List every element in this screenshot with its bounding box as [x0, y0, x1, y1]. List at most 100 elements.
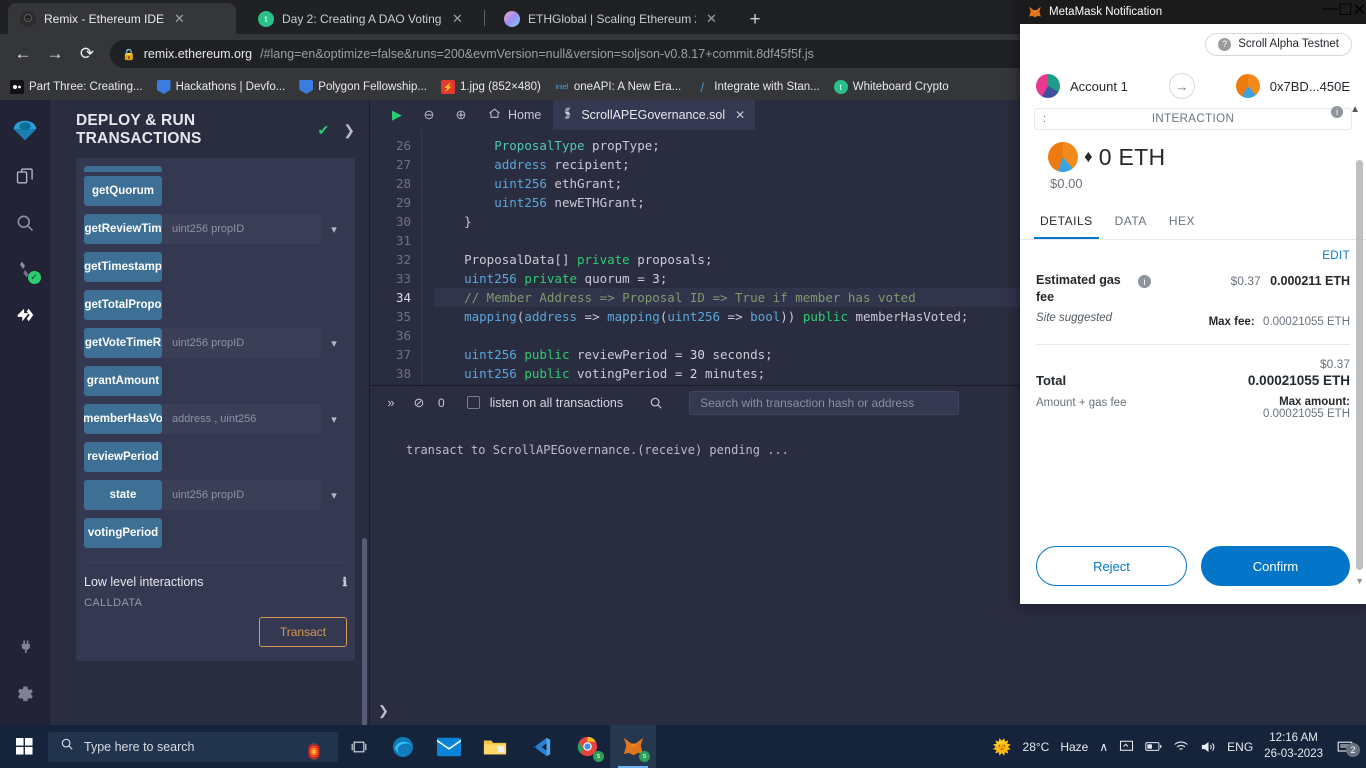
low-level-header: Low level interactions ℹ [84, 575, 347, 589]
taskbar-app-mail[interactable] [426, 725, 472, 768]
transaction-search-input[interactable]: Search with transaction hash or address [689, 390, 960, 415]
edit-gas-button[interactable]: EDIT [1036, 250, 1350, 262]
info-icon[interactable]: ℹ [342, 575, 347, 589]
start-button[interactable] [0, 738, 48, 755]
scroll-down-icon[interactable]: ▼ [1355, 576, 1364, 586]
forward-button[interactable]: → [40, 39, 70, 69]
reject-button[interactable]: Reject [1036, 546, 1187, 586]
taskbar-search[interactable]: Type here to search 🏮 [48, 731, 338, 762]
clear-console-icon[interactable]: ⊘ [410, 395, 428, 411]
tab-data[interactable]: DATA [1109, 205, 1153, 239]
minimize-icon[interactable]: — [1322, 0, 1338, 24]
clock[interactable]: 12:16 AM 26-03-2023 [1264, 731, 1323, 762]
function-button[interactable]: reviewPeriod [84, 442, 162, 472]
chevron-down-icon[interactable]: ▾ [321, 214, 347, 244]
collapse-terminal-icon[interactable]: » [382, 395, 400, 410]
bookmark-item[interactable]: Hackathons | Devfo... [156, 80, 285, 94]
function-input[interactable]: uint256 propID [162, 480, 321, 510]
function-button[interactable]: getReviewTim [84, 214, 162, 244]
taskbar-app-vscode[interactable] [518, 725, 564, 768]
language-indicator[interactable]: ENG [1227, 740, 1253, 754]
bookmark-label: 1.jpg (852×480) [459, 81, 541, 93]
reload-button[interactable]: ⟳ [72, 39, 102, 69]
browser-tab-dao-voting[interactable]: t Day 2: Creating A DAO Voting Co ✕ [246, 3, 474, 34]
function-input[interactable]: uint256 propID [162, 214, 321, 244]
chevron-down-icon[interactable]: ▾ [321, 404, 347, 434]
bookmark-item[interactable]: Polygon Fellowship... [299, 80, 427, 94]
function-button[interactable]: memberHasVo [84, 404, 162, 434]
taskbar-app-file-explorer[interactable] [472, 725, 518, 768]
amount-value: 0 ETH [1098, 143, 1166, 170]
onedrive-icon[interactable] [1119, 739, 1134, 754]
chevron-up-icon[interactable]: ∧ [1099, 740, 1108, 754]
taskbar-app-chrome[interactable]: s [564, 725, 610, 768]
back-button[interactable]: ← [8, 39, 38, 69]
deploy-run-icon[interactable] [5, 292, 45, 338]
notification-center-icon[interactable]: 2 [1334, 740, 1360, 757]
metamask-scrollbar[interactable] [1356, 160, 1363, 570]
function-input[interactable]: uint256 propID [162, 328, 321, 358]
editor-tab-scrollapegovernance[interactable]: ScrollAPEGovernance.sol ✕ [553, 100, 756, 130]
ethereum-icon: ♦ [1084, 147, 1093, 166]
function-button[interactable]: state [84, 480, 162, 510]
tab-close-icon[interactable]: ✕ [452, 11, 463, 27]
tab-details[interactable]: DETAILS [1034, 205, 1099, 239]
chevron-down-icon[interactable]: ▾ [321, 328, 347, 358]
new-tab-button[interactable]: + [742, 7, 768, 33]
close-icon[interactable]: ✕ [1353, 0, 1366, 24]
zoom-in-icon[interactable]: ⊕ [446, 101, 476, 129]
amount-fiat: $0.00 [1050, 176, 1083, 191]
bookmark-item[interactable]: t Whiteboard Crypto [833, 80, 949, 94]
site-suggested-label: Site suggested [1036, 311, 1113, 324]
listen-transactions-checkbox[interactable] [466, 396, 480, 409]
function-button[interactable]: grantAmount [84, 366, 162, 396]
close-icon[interactable]: ✕ [735, 108, 745, 122]
browser-tab-remix[interactable]: Remix - Ethereum IDE ✕ [8, 3, 236, 34]
chevron-down-icon[interactable]: ▾ [321, 480, 347, 510]
transact-button[interactable]: Transact [259, 617, 347, 647]
search-icon[interactable] [5, 200, 45, 246]
line-number-gutter: 2627282930313233343536373839 [370, 130, 422, 385]
editor-tab-home[interactable]: Home [478, 100, 551, 130]
bookmark-item[interactable]: Part Three: Creating... [10, 80, 143, 94]
weather-icon[interactable]: 🌞 [993, 738, 1012, 756]
task-view-icon[interactable] [338, 739, 380, 755]
bookmark-item[interactable]: ⚡ 1.jpg (852×480) [440, 80, 541, 94]
confirm-button[interactable]: Confirm [1201, 546, 1350, 586]
tab-hex[interactable]: HEX [1163, 205, 1201, 239]
function-button[interactable]: getTimestamp [84, 252, 162, 282]
tab-close-icon[interactable]: ✕ [174, 11, 185, 27]
bookmark-item[interactable]: intel oneAPI: A New Era... [555, 80, 681, 94]
taskbar-app-edge[interactable] [380, 725, 426, 768]
zoom-out-icon[interactable]: ⊖ [414, 101, 444, 129]
wifi-icon[interactable] [1173, 740, 1189, 753]
terminal-prompt[interactable]: ❯ [378, 703, 389, 719]
function-button[interactable]: getQuorum [84, 176, 162, 206]
battery-icon[interactable] [1145, 741, 1162, 752]
browser-tab-ethglobal[interactable]: ETHGlobal | Scaling Ethereum 20 ✕ [492, 3, 730, 34]
info-icon[interactable]: i [1138, 275, 1151, 288]
panel-expand-icon[interactable]: ❯ [343, 122, 355, 139]
taskbar-app-metamask[interactable]: s [610, 725, 656, 768]
collapse-chevron-icon[interactable]: ▲ [1350, 104, 1360, 115]
panel-scrollbar[interactable] [362, 538, 367, 725]
file-explorer-icon[interactable] [5, 154, 45, 200]
function-button[interactable]: getTotalPropo [84, 290, 162, 320]
panel-header: DEPLOY & RUN TRANSACTIONS ✔ ❯ [50, 100, 369, 158]
function-input[interactable]: address , uint256 [162, 404, 321, 434]
function-button[interactable]: getVoteTimeR [84, 328, 162, 358]
calldata-input[interactable] [84, 617, 259, 647]
tab-close-icon[interactable]: ✕ [706, 11, 717, 27]
info-icon[interactable]: i [1331, 106, 1343, 118]
remix-logo-icon[interactable] [5, 108, 45, 154]
run-icon[interactable]: ▶ [382, 101, 412, 129]
plugin-manager-icon[interactable] [5, 625, 45, 671]
solidity-compiler-icon[interactable]: ✓ [5, 246, 45, 292]
settings-icon[interactable] [5, 671, 45, 717]
chrome-badge: s [593, 751, 604, 762]
maximize-icon[interactable]: ☐ [1338, 0, 1352, 24]
volume-icon[interactable] [1200, 740, 1216, 754]
network-selector[interactable]: ? Scroll Alpha Testnet [1205, 32, 1352, 56]
bookmark-item[interactable]: / Integrate with Stan... [695, 80, 819, 95]
function-button[interactable]: votingPeriod [84, 518, 162, 548]
